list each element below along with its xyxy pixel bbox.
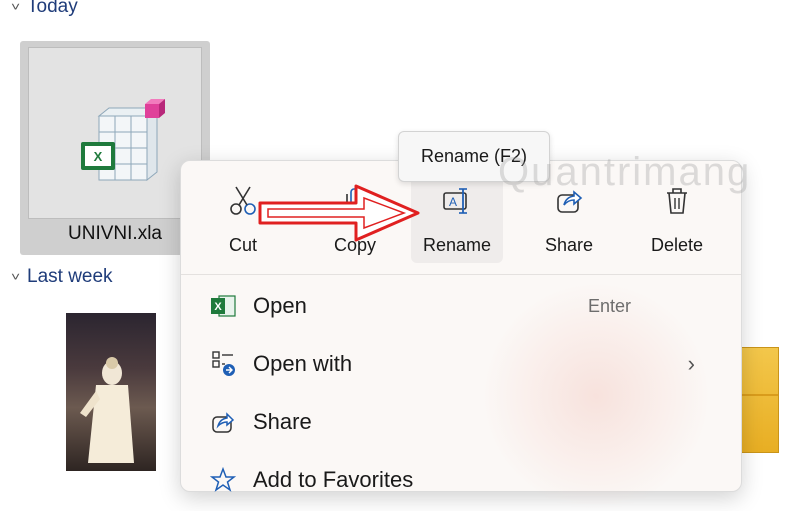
menu-shortcut-open: Enter [587,295,631,316]
share-label: Share [544,235,594,255]
svg-text:X: X [214,301,222,313]
chevron-down-icon: ˅ [10,0,21,14]
excel-addin-icon: X [81,99,165,182]
menu-item-open-with[interactable]: Open with › [193,339,729,389]
menu-label-open: Open [253,293,307,318]
scissors-icon [228,185,258,217]
menu-label-share: Share [253,409,312,434]
file-thumbnail: X [28,47,202,219]
photo-thumbnail[interactable] [66,313,156,471]
excel-icon: X [193,294,253,318]
menu-item-open[interactable]: X Open Enter [193,281,729,331]
annotation-arrow-icon [258,184,420,242]
cut-label: Cut [228,235,257,255]
menu-item-share[interactable]: Share [193,397,729,447]
menu-label-open-with: Open with [253,351,353,376]
open-with-icon [193,350,253,378]
watermark-text: Quantrimang [498,150,752,194]
svg-text:A: A [449,195,457,209]
chevron-right-icon: › [687,351,695,376]
chevron-down-icon: ˅ [10,270,21,284]
group-label-last-week: Last week [27,266,113,287]
menu-item-add-favorites[interactable]: Add to Favorites [193,455,729,505]
rename-icon: A [441,185,473,217]
menu-divider [181,274,741,275]
group-header-last-week[interactable]: ˅ Last week [10,266,113,288]
group-label-today: Today [27,0,78,17]
group-header-today[interactable]: ˅ Today [10,0,78,18]
svg-text:X: X [94,149,103,164]
share-icon [193,409,253,435]
rename-label: Rename [422,235,492,255]
folder-thumbnail[interactable] [737,347,779,453]
delete-label: Delete [650,235,704,255]
